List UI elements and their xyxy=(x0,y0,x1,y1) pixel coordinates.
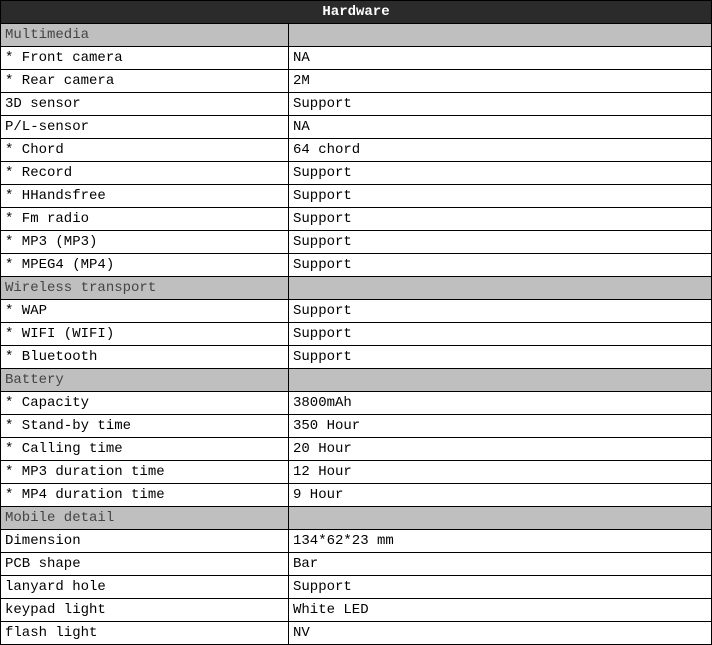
section-blank xyxy=(289,507,712,530)
table-row: * WIFI (WIFI)Support xyxy=(1,323,712,346)
row-value: Support xyxy=(289,185,712,208)
row-label: 3D sensor xyxy=(1,93,289,116)
row-value: Support xyxy=(289,300,712,323)
row-label: * Bluetooth xyxy=(1,346,289,369)
section-row: Battery xyxy=(1,369,712,392)
row-label: * MP3 duration time xyxy=(1,461,289,484)
row-value: 20 Hour xyxy=(289,438,712,461)
row-label: * WIFI (WIFI) xyxy=(1,323,289,346)
row-label: * Stand-by time xyxy=(1,415,289,438)
row-label: * Calling time xyxy=(1,438,289,461)
row-value: White LED xyxy=(289,599,712,622)
row-value: Bar xyxy=(289,553,712,576)
section-row: Multimedia xyxy=(1,24,712,47)
row-label: * Capacity xyxy=(1,392,289,415)
section-blank xyxy=(289,277,712,300)
table-row: * MP3 duration time12 Hour xyxy=(1,461,712,484)
section-title: Multimedia xyxy=(1,24,289,47)
table-row: * Front cameraNA xyxy=(1,47,712,70)
section-title: Mobile detail xyxy=(1,507,289,530)
row-value: 134*62*23 mm xyxy=(289,530,712,553)
row-value: 2M xyxy=(289,70,712,93)
row-label: * MPEG4 (MP4) xyxy=(1,254,289,277)
row-value: 9 Hour xyxy=(289,484,712,507)
section-title: Battery xyxy=(1,369,289,392)
row-value: NA xyxy=(289,116,712,139)
table-row: * Fm radioSupport xyxy=(1,208,712,231)
row-label: * MP3 (MP3) xyxy=(1,231,289,254)
table-row: * Rear camera2M xyxy=(1,70,712,93)
table-row: * Calling time20 Hour xyxy=(1,438,712,461)
section-blank xyxy=(289,369,712,392)
row-value: Support xyxy=(289,93,712,116)
row-label: P/L-sensor xyxy=(1,116,289,139)
row-value: NV xyxy=(289,622,712,645)
row-label: * MP4 duration time xyxy=(1,484,289,507)
row-label: PCB shape xyxy=(1,553,289,576)
table-row: PCB shapeBar xyxy=(1,553,712,576)
table-row: * MPEG4 (MP4)Support xyxy=(1,254,712,277)
row-label: * Fm radio xyxy=(1,208,289,231)
row-label: Dimension xyxy=(1,530,289,553)
row-label: * HHandsfree xyxy=(1,185,289,208)
table-row: * HHandsfreeSupport xyxy=(1,185,712,208)
row-label: keypad light xyxy=(1,599,289,622)
table-row: P/L-sensorNA xyxy=(1,116,712,139)
table-row: * Stand-by time350 Hour xyxy=(1,415,712,438)
row-value: Support xyxy=(289,576,712,599)
table-row: * MP3 (MP3)Support xyxy=(1,231,712,254)
table-row: lanyard holeSupport xyxy=(1,576,712,599)
table-row: * WAPSupport xyxy=(1,300,712,323)
row-value: 12 Hour xyxy=(289,461,712,484)
table-header-row: Hardware xyxy=(1,1,712,24)
section-row: Wireless transport xyxy=(1,277,712,300)
row-value: NA xyxy=(289,47,712,70)
row-value: Support xyxy=(289,208,712,231)
row-label: * WAP xyxy=(1,300,289,323)
row-value: Support xyxy=(289,231,712,254)
table-row: * BluetoothSupport xyxy=(1,346,712,369)
table-row: * RecordSupport xyxy=(1,162,712,185)
row-value: 3800mAh xyxy=(289,392,712,415)
section-title: Wireless transport xyxy=(1,277,289,300)
table-row: * MP4 duration time9 Hour xyxy=(1,484,712,507)
row-value: Support xyxy=(289,346,712,369)
hardware-spec-table: Hardware Multimedia* Front cameraNA* Rea… xyxy=(0,0,712,645)
table-row: keypad lightWhite LED xyxy=(1,599,712,622)
row-value: Support xyxy=(289,162,712,185)
row-label: flash light xyxy=(1,622,289,645)
table-row: * Chord64 chord xyxy=(1,139,712,162)
section-blank xyxy=(289,24,712,47)
row-label: * Front camera xyxy=(1,47,289,70)
row-label: * Record xyxy=(1,162,289,185)
table-row: Dimension134*62*23 mm xyxy=(1,530,712,553)
row-value: 64 chord xyxy=(289,139,712,162)
row-label: * Chord xyxy=(1,139,289,162)
row-label: lanyard hole xyxy=(1,576,289,599)
table-row: flash lightNV xyxy=(1,622,712,645)
section-row: Mobile detail xyxy=(1,507,712,530)
row-value: 350 Hour xyxy=(289,415,712,438)
row-value: Support xyxy=(289,323,712,346)
row-value: Support xyxy=(289,254,712,277)
table-row: 3D sensorSupport xyxy=(1,93,712,116)
table-row: * Capacity3800mAh xyxy=(1,392,712,415)
table-header: Hardware xyxy=(1,1,712,24)
row-label: * Rear camera xyxy=(1,70,289,93)
